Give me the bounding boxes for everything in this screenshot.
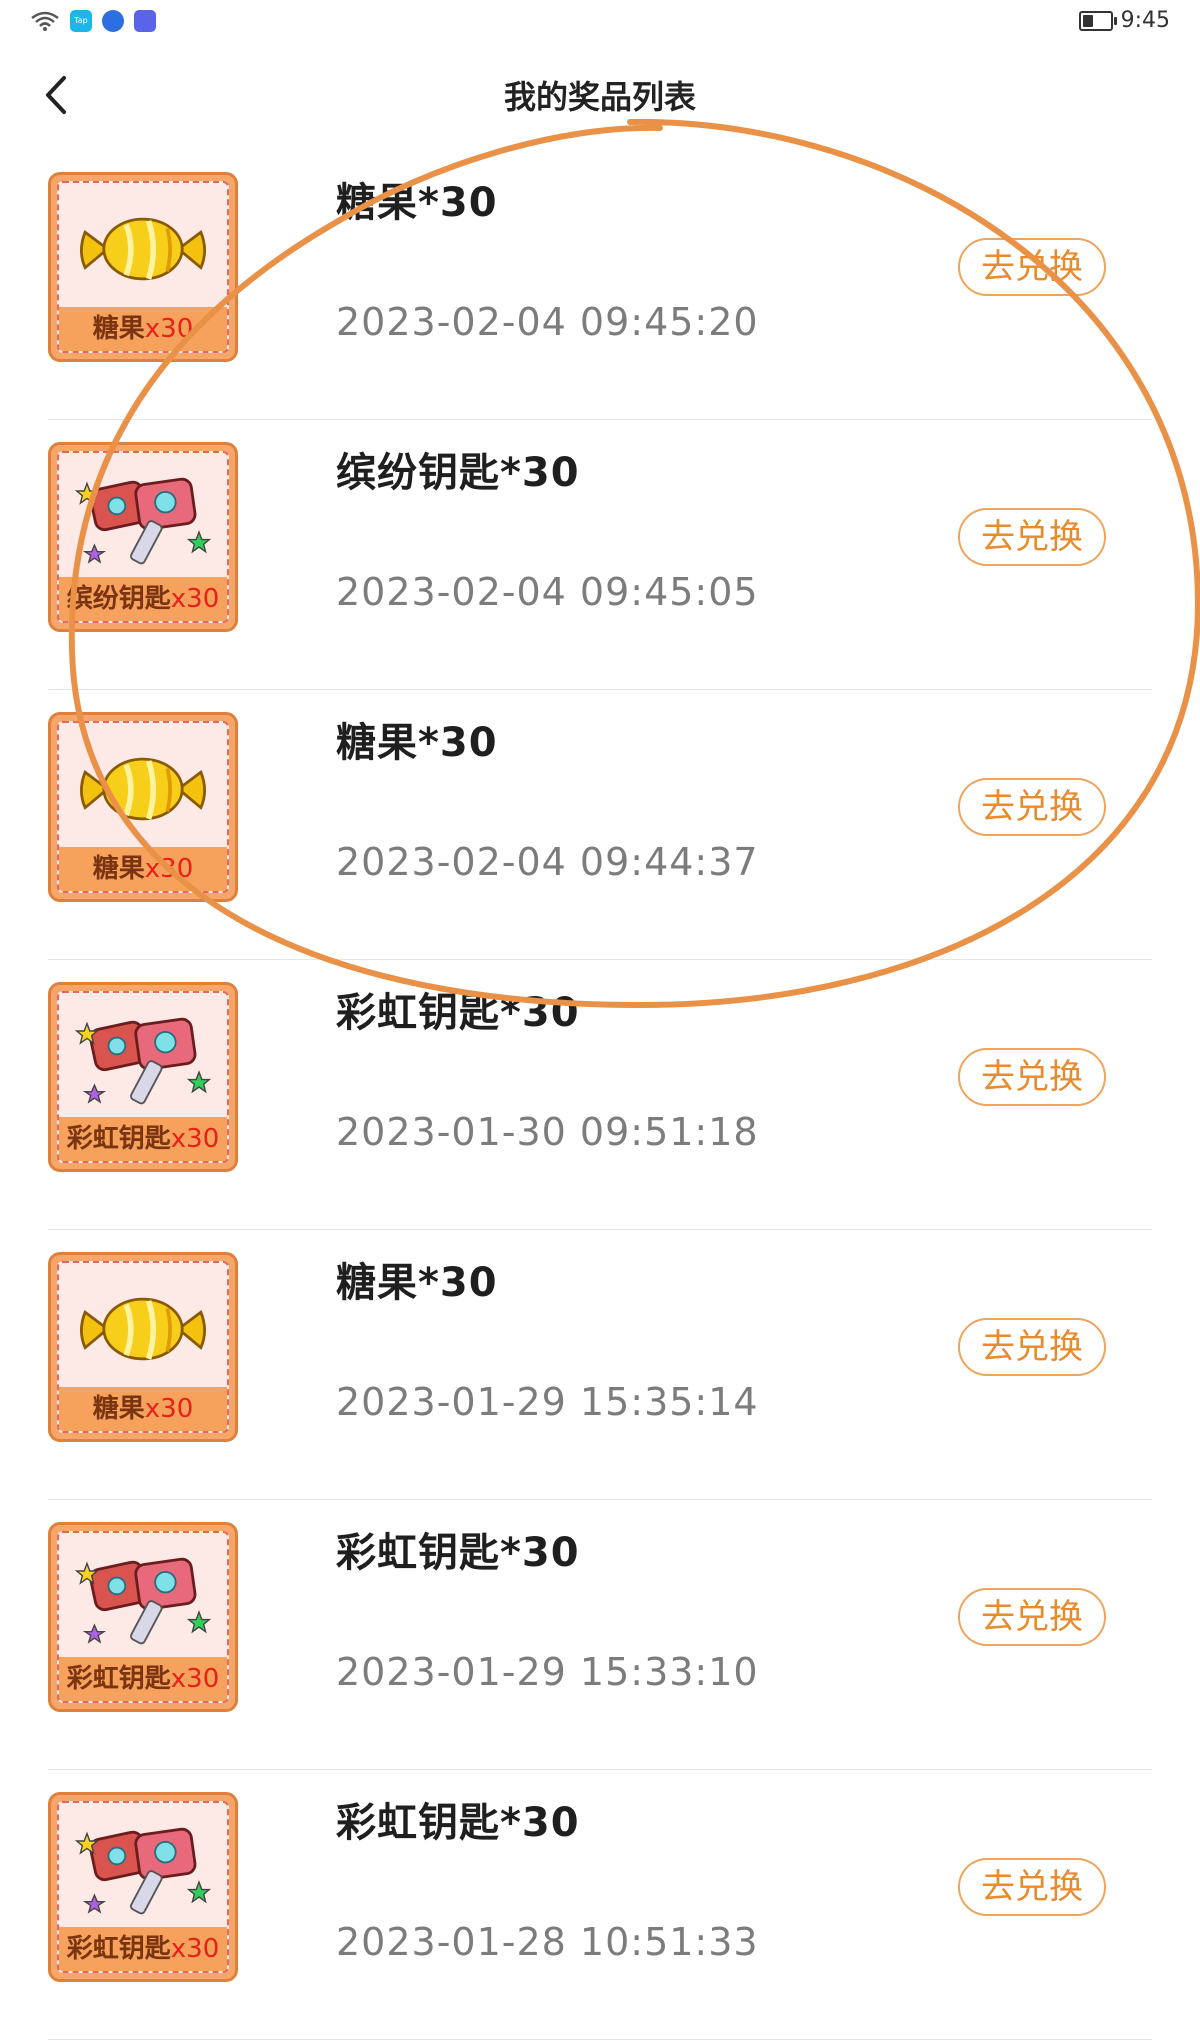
prize-thumbnail-qty: x30	[170, 584, 220, 614]
prize-thumbnail: 糖果x30	[48, 712, 238, 902]
prize-name: 彩虹钥匙*30	[336, 1800, 580, 1846]
redeem-button[interactable]: 去兑换	[958, 1858, 1106, 1916]
key-icon	[74, 477, 212, 565]
status-bar: Tap 9:45	[0, 0, 1200, 50]
key-icon	[74, 1827, 212, 1915]
prize-thumbnail-qty: x30	[170, 1124, 220, 1154]
prize-thumbnail-name: 彩虹钥匙	[66, 1124, 171, 1154]
candy-icon	[80, 757, 206, 821]
prize-thumbnail-card: 糖果x30	[57, 721, 229, 893]
edu-app-icon	[134, 10, 156, 32]
prize-thumbnail-card: 彩虹钥匙x30	[57, 991, 229, 1163]
page-title: 我的奖品列表	[503, 78, 696, 116]
prize-thumbnail-label: 彩虹钥匙x30	[59, 1657, 227, 1701]
prize-thumbnail: 糖果x30	[48, 1252, 238, 1442]
prize-name: 糖果*30	[336, 720, 498, 766]
prize-name: 彩虹钥匙*30	[336, 1530, 580, 1576]
redeem-button[interactable]: 去兑换	[958, 1318, 1106, 1376]
prize-list-item: 彩虹钥匙x30 彩虹钥匙*30 2023-01-29 15:33:10 去兑换	[0, 1500, 1200, 1770]
key-icon	[74, 1017, 212, 1105]
status-icons: Tap	[30, 10, 156, 32]
key-icon	[74, 1557, 212, 1645]
status-right: 9:45	[1078, 8, 1170, 33]
prize-thumbnail-qty: x30	[170, 1934, 220, 1964]
prize-thumbnail-qty: x30	[144, 1394, 194, 1424]
prize-thumbnail-name: 糖果	[92, 314, 145, 344]
taptap-app-icon: Tap	[70, 10, 92, 32]
redeem-button[interactable]: 去兑换	[958, 238, 1106, 296]
prize-list-item: 缤纷钥匙x30 缤纷钥匙*30 2023-02-04 09:45:05 去兑换	[0, 420, 1200, 690]
prize-thumbnail-qty: x30	[144, 854, 194, 884]
prize-time: 2023-01-28 10:51:33	[336, 1920, 759, 1964]
prize-thumbnail-label: 彩虹钥匙x30	[59, 1117, 227, 1161]
prize-thumbnail-card: 糖果x30	[57, 1261, 229, 1433]
redeem-button[interactable]: 去兑换	[958, 778, 1106, 836]
prize-time: 2023-01-29 15:35:14	[336, 1380, 759, 1424]
prize-list-item: 糖果x30 糖果*30 2023-02-04 09:44:37 去兑换	[0, 690, 1200, 960]
prize-thumbnail-label: 糖果x30	[59, 847, 227, 891]
browser-app-icon	[102, 10, 124, 32]
prize-list-item: 彩虹钥匙x30 彩虹钥匙*30 2023-01-30 09:51:18 去兑换	[0, 960, 1200, 1230]
prize-thumbnail-name: 糖果	[92, 854, 145, 884]
battery-level	[1082, 14, 1093, 27]
prize-thumbnail-qty: x30	[170, 1664, 220, 1694]
prize-time: 2023-02-04 09:45:20	[336, 300, 759, 344]
prize-thumbnail: 缤纷钥匙x30	[48, 442, 238, 632]
redeem-button[interactable]: 去兑换	[958, 508, 1106, 566]
prize-time: 2023-01-30 09:51:18	[336, 1110, 759, 1154]
prize-thumbnail-card: 彩虹钥匙x30	[57, 1531, 229, 1703]
prize-thumbnail-label: 缤纷钥匙x30	[59, 577, 227, 621]
battery-icon	[1078, 10, 1117, 31]
redeem-button[interactable]: 去兑换	[958, 1588, 1106, 1646]
wifi-icon	[31, 11, 59, 31]
prize-thumbnail-qty: x30	[144, 314, 194, 344]
prize-thumbnail: 彩虹钥匙x30	[48, 1522, 238, 1712]
prize-time: 2023-02-04 09:45:05	[336, 570, 759, 614]
prize-thumbnail: 彩虹钥匙x30	[48, 982, 238, 1172]
prize-name: 糖果*30	[336, 180, 498, 226]
prize-thumbnail: 彩虹钥匙x30	[48, 1792, 238, 1982]
prize-thumbnail: 糖果x30	[48, 172, 238, 362]
candy-icon	[80, 1297, 206, 1361]
prize-thumbnail-card: 糖果x30	[57, 181, 229, 353]
prize-thumbnail-name: 缤纷钥匙	[66, 584, 171, 614]
prize-name: 彩虹钥匙*30	[336, 990, 580, 1036]
prize-list: 糖果x30 糖果*30 2023-02-04 09:45:20 去兑换 缤纷钥匙…	[0, 150, 1200, 2040]
prize-thumbnail-name: 彩虹钥匙	[66, 1934, 171, 1964]
prize-name: 糖果*30	[336, 1260, 498, 1306]
page-header: 我的奖品列表	[0, 60, 1200, 130]
prize-list-item: 糖果x30 糖果*30 2023-01-29 15:35:14 去兑换	[0, 1230, 1200, 1500]
candy-icon	[80, 217, 206, 281]
prize-thumbnail-name: 糖果	[92, 1394, 145, 1424]
prize-thumbnail-card: 缤纷钥匙x30	[57, 451, 229, 623]
prize-time: 2023-01-29 15:33:10	[336, 1650, 759, 1694]
prize-thumbnail-label: 糖果x30	[59, 1387, 227, 1431]
prize-thumbnail-card: 彩虹钥匙x30	[57, 1801, 229, 1973]
redeem-button[interactable]: 去兑换	[958, 1048, 1106, 1106]
prize-thumbnail-label: 彩虹钥匙x30	[59, 1927, 227, 1971]
prize-thumbnail-label: 糖果x30	[59, 307, 227, 351]
prize-name: 缤纷钥匙*30	[336, 450, 580, 496]
status-time: 9:45	[1120, 8, 1170, 33]
prize-list-item: 糖果x30 糖果*30 2023-02-04 09:45:20 去兑换	[0, 150, 1200, 420]
prize-time: 2023-02-04 09:44:37	[336, 840, 759, 884]
prize-thumbnail-name: 彩虹钥匙	[66, 1664, 171, 1694]
